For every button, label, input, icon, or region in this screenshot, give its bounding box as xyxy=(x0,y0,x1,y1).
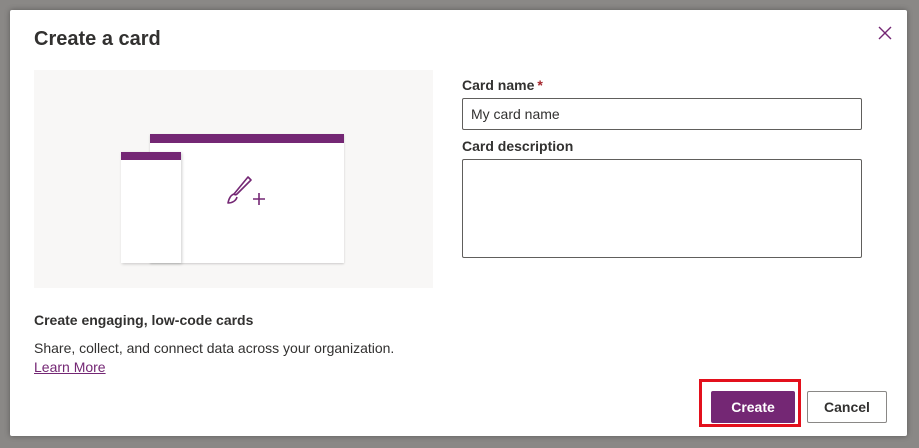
info-description: Share, collect, and connect data across … xyxy=(34,339,434,377)
paintbrush-plus-icon xyxy=(227,176,265,205)
dialog-title: Create a card xyxy=(34,28,161,50)
card-name-label-text: Card name xyxy=(462,77,535,93)
required-marker: * xyxy=(537,77,543,93)
cancel-button[interactable]: Cancel xyxy=(807,391,887,423)
info-description-text: Share, collect, and connect data across … xyxy=(34,340,395,356)
card-description-input[interactable] xyxy=(462,159,862,258)
card-name-label: Card name * xyxy=(462,77,543,93)
info-tagline: Create engaging, low-code cards xyxy=(34,312,254,328)
close-button[interactable] xyxy=(874,22,896,44)
card-name-input[interactable] xyxy=(462,98,862,130)
illustration-small-card xyxy=(121,152,181,263)
card-description-label: Card description xyxy=(462,138,574,154)
create-card-dialog: Create a card Create engaging, low-code … xyxy=(10,10,907,436)
create-button[interactable]: Create xyxy=(711,391,795,423)
card-illustration xyxy=(34,70,433,288)
close-icon xyxy=(878,26,892,40)
learn-more-link[interactable]: Learn More xyxy=(34,359,106,375)
